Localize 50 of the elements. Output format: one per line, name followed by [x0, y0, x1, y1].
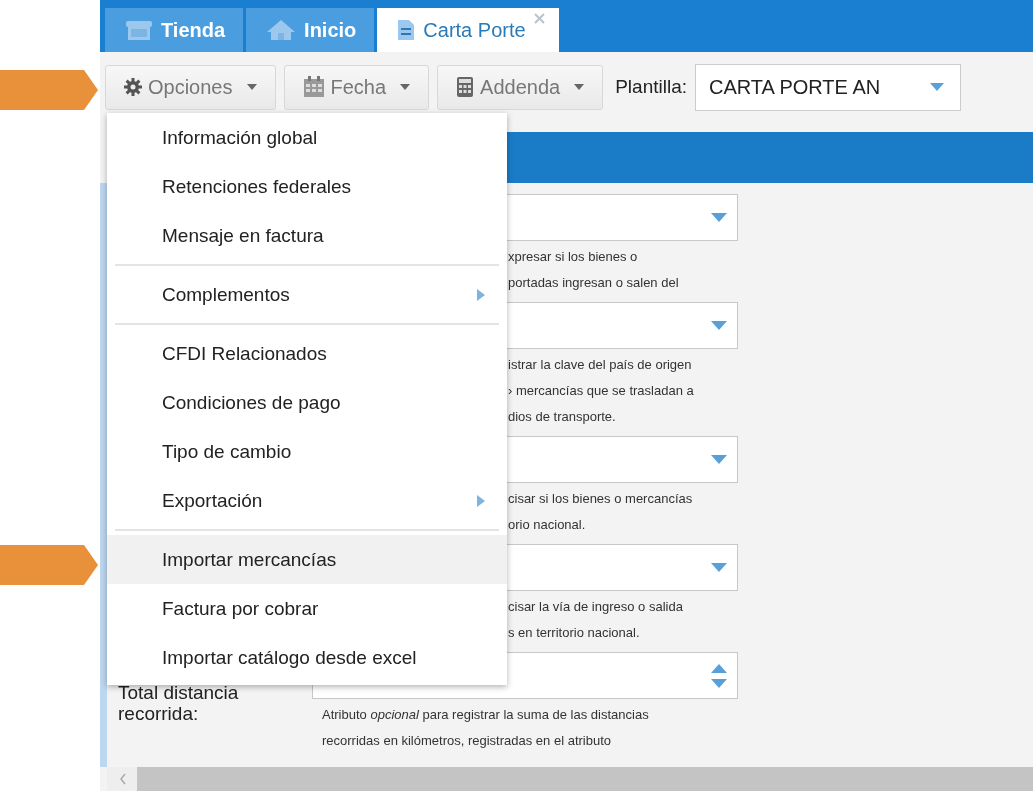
- toolbar-button[interactable]: Fecha: [283, 64, 430, 110]
- hint-text: cisar la vía de ingreso o salida: [508, 598, 684, 616]
- menu-item[interactable]: Retenciones federales: [107, 162, 507, 211]
- toolbar-button[interactable]: Addenda: [437, 64, 604, 110]
- menu-item[interactable]: Importar mercancías: [107, 535, 507, 584]
- hint-text: istrar la clave del país de origen: [508, 356, 693, 374]
- field-label: Total distancia recorrida:: [118, 682, 240, 724]
- template-select[interactable]: CARTA PORTE AN: [695, 63, 961, 111]
- caret-icon: [246, 84, 257, 90]
- menu-item[interactable]: Condiciones de pago: [107, 378, 507, 427]
- tab-label: Inicio: [304, 18, 357, 42]
- document-icon: [397, 19, 416, 41]
- menu-item[interactable]: Exportación: [107, 476, 507, 525]
- hint-text: portadas ingresan o salen del: [508, 274, 680, 292]
- menu-item[interactable]: Factura por cobrar: [107, 584, 507, 633]
- hint-text: Atributo opcional para registrar la suma de las distancias: [322, 706, 650, 724]
- toolbar-button[interactable]: Opciones: [105, 64, 276, 110]
- tab[interactable]: Carta Porte: [377, 8, 559, 52]
- caret-icon: [930, 83, 944, 91]
- template-label: Plantilla:: [615, 76, 687, 98]
- tab-label: Tienda: [161, 18, 226, 42]
- template-value: CARTA PORTE AN: [709, 75, 881, 99]
- settings-icon: [124, 78, 142, 96]
- menu-item[interactable]: Importar catálogo desde excel: [107, 633, 507, 682]
- caret-icon: [400, 84, 411, 90]
- home-icon: [266, 19, 297, 41]
- caret-icon: [711, 213, 727, 222]
- menu-item[interactable]: CFDI Relacionados: [107, 329, 507, 378]
- menu-item[interactable]: Tipo de cambio: [107, 427, 507, 476]
- calendar-icon: [302, 76, 325, 98]
- caret-icon: [711, 321, 727, 330]
- close-icon[interactable]: [533, 13, 545, 24]
- calculator-icon: [456, 76, 475, 98]
- tab-label: Carta Porte: [423, 18, 526, 42]
- hint-text: recorridas en kilómetros, registradas en el atributo: [322, 732, 613, 750]
- hint-text: › mercancías que se trasladan a: [508, 382, 695, 400]
- caret-icon: [711, 563, 727, 572]
- menu-item[interactable]: Información global: [107, 113, 507, 162]
- hint-text: cisar si los bienes o mercancías: [508, 490, 694, 508]
- caret-icon: [574, 84, 585, 90]
- caret-icon: [711, 455, 727, 464]
- spinner-icon: [711, 663, 727, 688]
- hint-text: xpresar si los bienes o: [508, 248, 639, 266]
- store-icon: [125, 19, 153, 41]
- menu-item[interactable]: Complementos: [107, 270, 507, 319]
- hint-text: dios de transporte.: [508, 408, 617, 426]
- chevron-left-icon[interactable]: [119, 773, 127, 785]
- hint-text: s en territorio nacional.: [508, 624, 641, 642]
- menu-item[interactable]: Mensaje en factura: [107, 211, 507, 260]
- hint-text: orio nacional.: [508, 516, 587, 534]
